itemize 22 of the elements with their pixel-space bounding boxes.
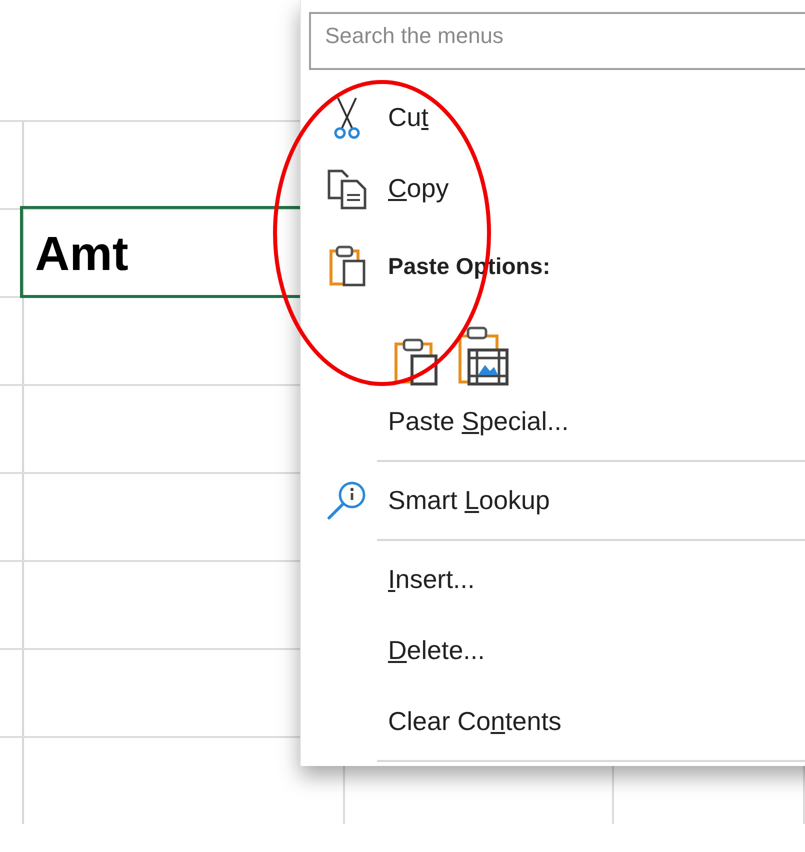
search-icon bbox=[326, 480, 368, 522]
menu-item[interactable]: Paste Special... bbox=[301, 386, 805, 457]
menu-item[interactable]: Insert... bbox=[301, 544, 805, 615]
scissors-icon bbox=[332, 96, 362, 140]
menu-label: Insert... bbox=[388, 564, 475, 595]
menu-item[interactable]: Clear Contents bbox=[301, 686, 805, 757]
paste-option-button[interactable] bbox=[393, 338, 439, 386]
menu-label: Paste Special... bbox=[388, 406, 569, 437]
menu-item[interactable]: Cut bbox=[301, 82, 805, 153]
menu-item[interactable]: Smart Lookup bbox=[301, 465, 805, 536]
menu-label: Clear Contents bbox=[388, 706, 562, 737]
clipboard-icon bbox=[328, 245, 366, 287]
paste-option-button[interactable] bbox=[457, 326, 509, 386]
menu-item[interactable]: Delete... bbox=[301, 615, 805, 686]
clipboard-picture-icon bbox=[457, 326, 509, 386]
search-field[interactable]: Search the menus bbox=[309, 12, 805, 70]
menu-label: Delete... bbox=[388, 635, 485, 666]
menu-label: Copy bbox=[388, 173, 449, 204]
copy-icon bbox=[326, 168, 368, 210]
clipboard-icon bbox=[393, 338, 439, 386]
menu-label: Cut bbox=[388, 102, 428, 133]
menu-label: Smart Lookup bbox=[388, 485, 550, 516]
